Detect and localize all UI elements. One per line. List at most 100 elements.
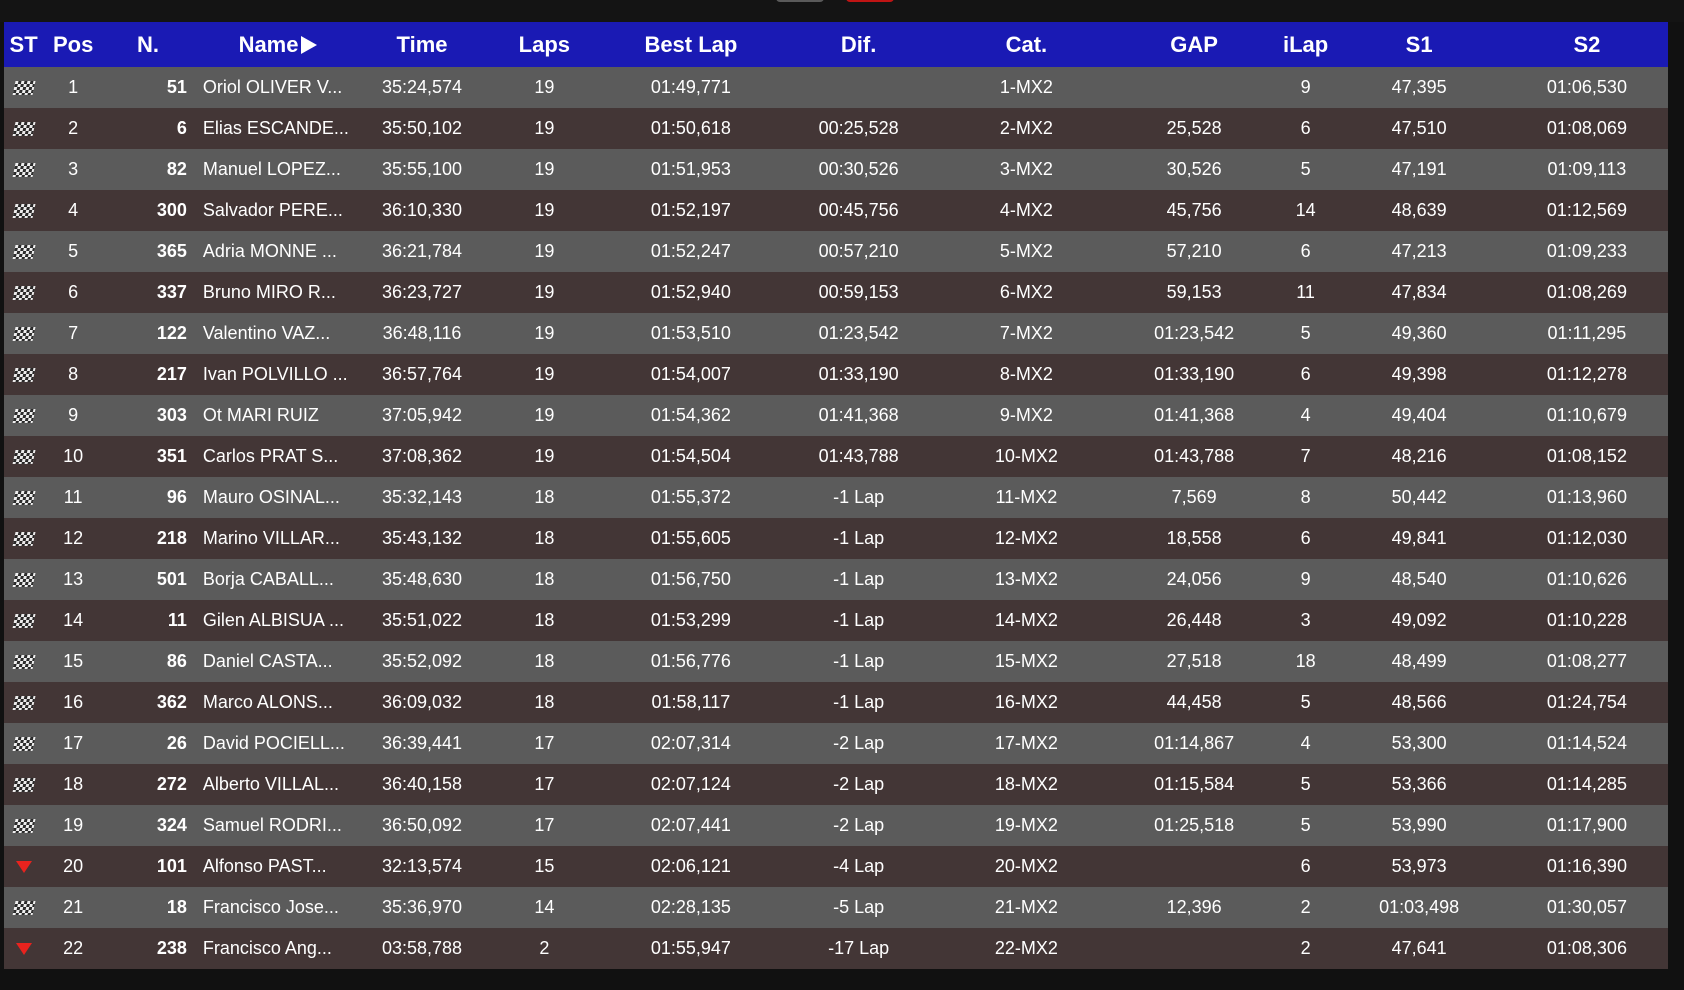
col-header-laps[interactable]: Laps <box>480 22 608 67</box>
col-header-best-lap[interactable]: Best Lap <box>607 22 774 67</box>
col-header-name[interactable]: Name <box>192 22 364 67</box>
col-header-s2[interactable]: S2 <box>1505 22 1668 67</box>
table-row[interactable]: 10 351 Carlos PRAT S... 37:08,362 19 01:54,50… <box>4 436 1668 477</box>
tab-indicator-red[interactable] <box>846 0 894 2</box>
cell-s2: 01:14,285 <box>1505 764 1668 805</box>
cell-dif: -1 Lap <box>774 477 944 518</box>
cell-laps: 18 <box>480 641 608 682</box>
cell-status <box>4 846 44 887</box>
cell-status <box>4 67 44 108</box>
col-header-st[interactable]: ST <box>4 22 44 67</box>
table-row[interactable]: 9 303 Ot MARI RUIZ 37:05,942 19 01:54,362 01:4… <box>4 395 1668 436</box>
cell-pos: 11 <box>43 477 104 518</box>
cell-dif: -5 Lap <box>774 887 944 928</box>
col-header-pos[interactable]: Pos <box>43 22 104 67</box>
cell-dif: 01:43,788 <box>774 436 944 477</box>
table-row[interactable]: 11 96 Mauro OSINAL... 35:32,143 18 01:55,372-… <box>4 477 1668 518</box>
table-row[interactable]: 21 18 Francisco Jose... 35:36,970 14 02:28,13… <box>4 887 1668 928</box>
cell-name: Salvador PERE... <box>192 190 364 231</box>
table-row[interactable]: 13 501 Borja CABALL... 35:48,630 18 01:56,750… <box>4 559 1668 600</box>
col-header-number[interactable]: N. <box>103 22 193 67</box>
cell-best-lap: 01:54,504 <box>607 436 774 477</box>
checkered-flag-icon <box>12 450 36 465</box>
cell-pos: 15 <box>43 641 104 682</box>
cell-cat: 19-MX2 <box>943 805 1110 846</box>
table-row[interactable]: 16 362 Marco ALONS... 36:09,032 18 01:58,117-… <box>4 682 1668 723</box>
cell-s1: 49,841 <box>1332 518 1506 559</box>
cell-best-lap: 01:49,771 <box>607 67 774 108</box>
cell-name: Daniel CASTA... <box>192 641 364 682</box>
cell-time: 03:58,788 <box>363 928 481 969</box>
table-row[interactable]: 17 26 David POCIELL... 36:39,441 17 02:07,314… <box>4 723 1668 764</box>
cell-ilap: 6 <box>1278 231 1333 272</box>
cell-time: 36:09,032 <box>363 682 481 723</box>
cell-name: David POCIELL... <box>192 723 364 764</box>
col-header-gap[interactable]: GAP <box>1109 22 1279 67</box>
cell-gap <box>1109 928 1279 969</box>
col-header-dif[interactable]: Dif. <box>774 22 944 67</box>
col-header-name-label: Name <box>238 31 299 57</box>
cell-dif: 01:33,190 <box>774 354 944 395</box>
table-row[interactable]: 3 82 Manuel LOPEZ... 35:55,100 19 01:51,953 00… <box>4 149 1668 190</box>
table-row[interactable]: 12 218 Marino VILLAR... 35:43,132 18 01:55,60… <box>4 518 1668 559</box>
cell-name: Mauro OSINAL... <box>192 477 364 518</box>
table-row[interactable]: 14 11 Gilen ALBISUA ... 35:51,022 18 01:53,29… <box>4 600 1668 641</box>
table-row[interactable]: 5 365 Adria MONNE ... 36:21,784 19 01:52,247 0… <box>4 231 1668 272</box>
cell-cat: 9-MX2 <box>943 395 1110 436</box>
table-row[interactable]: 15 86 Daniel CASTA... 35:52,092 18 01:56,776-… <box>4 641 1668 682</box>
table-row[interactable]: 22 238 Francisco Ang... 03:58,788 2 01:55,947… <box>4 928 1668 969</box>
col-header-ilap[interactable]: iLap <box>1278 22 1333 67</box>
cell-name: Samuel RODRI... <box>192 805 364 846</box>
cell-laps: 19 <box>480 67 608 108</box>
table-row[interactable]: 20 101 Alfonso PAST... 32:13,574 15 02:06,121… <box>4 846 1668 887</box>
cell-status <box>4 641 44 682</box>
cell-dif: 00:57,210 <box>774 231 944 272</box>
cell-status <box>4 559 44 600</box>
cell-dif <box>774 67 944 108</box>
cell-ilap: 4 <box>1278 395 1333 436</box>
cell-best-lap: 01:53,510 <box>607 313 774 354</box>
cell-name: Valentino VAZ... <box>192 313 364 354</box>
cell-name: Borja CABALL... <box>192 559 364 600</box>
cell-ilap: 5 <box>1278 805 1333 846</box>
table-row[interactable]: 8 217 Ivan POLVILLO ... 36:57,764 19 01:54,00… <box>4 354 1668 395</box>
cell-ilap: 6 <box>1278 108 1333 149</box>
cell-dif: -2 Lap <box>774 805 944 846</box>
table-row[interactable]: 6 337 Bruno MIRO R... 36:23,727 19 01:52,940 0… <box>4 272 1668 313</box>
cell-status <box>4 354 44 395</box>
cell-laps: 18 <box>480 682 608 723</box>
cell-laps: 19 <box>480 354 608 395</box>
cell-laps: 17 <box>480 764 608 805</box>
table-row[interactable]: 1 51 Oriol OLIVER V... 35:24,574 19 01:49,771… <box>4 67 1668 108</box>
checkered-flag-icon <box>12 778 36 793</box>
cell-laps: 18 <box>480 600 608 641</box>
cell-pos: 5 <box>43 231 104 272</box>
table-row[interactable]: 2 6 Elias ESCANDE... 35:50,102 19 01:50,618 00… <box>4 108 1668 149</box>
cell-number: 365 <box>103 231 193 272</box>
cell-dif: -1 Lap <box>774 641 944 682</box>
cell-s1: 47,641 <box>1332 928 1506 969</box>
table-row[interactable]: 18 272 Alberto VILLAL... 36:40,158 17 02:07,1… <box>4 764 1668 805</box>
cell-time: 36:10,330 <box>363 190 481 231</box>
tab-indicator-grey[interactable] <box>776 0 824 2</box>
cell-ilap: 2 <box>1278 887 1333 928</box>
table-row[interactable]: 4 300 Salvador PERE... 36:10,330 19 01:52,197… <box>4 190 1668 231</box>
cell-number: 82 <box>103 149 193 190</box>
table-row[interactable]: 19 324 Samuel RODRI... 36:50,092 17 02:07,441… <box>4 805 1668 846</box>
col-header-s1[interactable]: S1 <box>1332 22 1506 67</box>
cell-pos: 8 <box>43 354 104 395</box>
cell-best-lap: 02:28,135 <box>607 887 774 928</box>
col-header-time[interactable]: Time <box>363 22 481 67</box>
cell-status <box>4 436 44 477</box>
cell-s1: 49,398 <box>1332 354 1506 395</box>
cell-time: 36:50,092 <box>363 805 481 846</box>
results-table: ST Pos N. Name Time Laps Best Lap Dif. C… <box>4 22 1668 969</box>
table-row[interactable]: 7 122 Valentino VAZ... 36:48,116 19 01:53,510… <box>4 313 1668 354</box>
cell-s2: 01:24,754 <box>1505 682 1668 723</box>
cell-gap: 26,448 <box>1109 600 1279 641</box>
cell-pos: 13 <box>43 559 104 600</box>
cell-number: 324 <box>103 805 193 846</box>
col-header-cat[interactable]: Cat. <box>943 22 1110 67</box>
checkered-flag-icon <box>12 614 36 629</box>
cell-gap: 01:43,788 <box>1109 436 1279 477</box>
